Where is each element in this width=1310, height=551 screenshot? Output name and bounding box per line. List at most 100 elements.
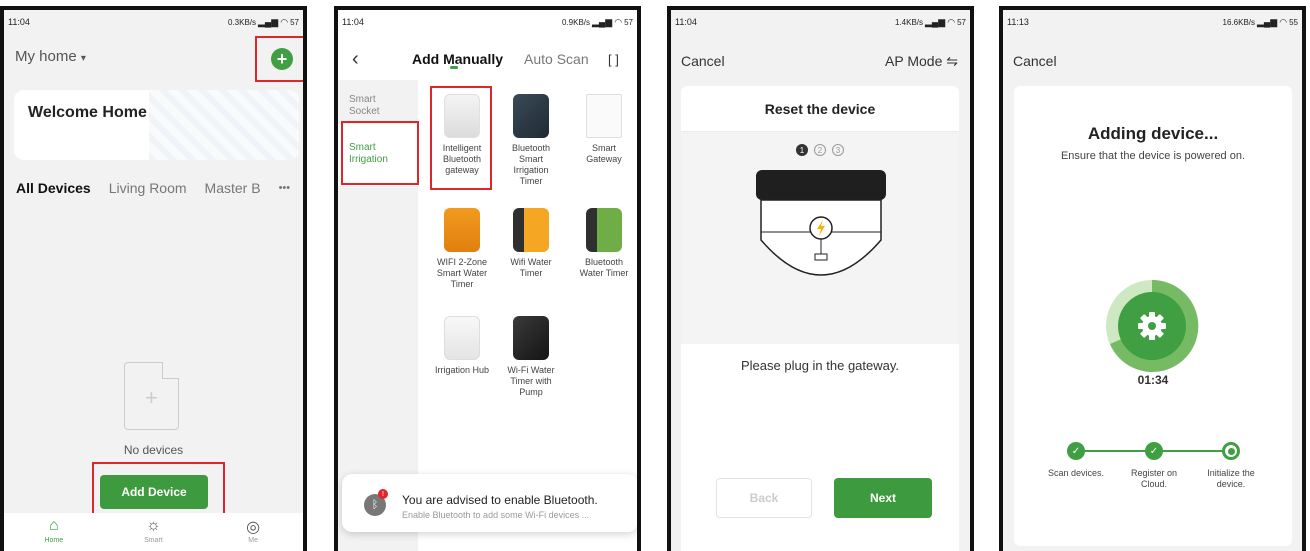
device-bluetooth-water-timer[interactable]: Bluetooth Water Timer xyxy=(574,208,634,279)
caret-down-icon: ▾ xyxy=(80,53,86,64)
highlight-box xyxy=(430,86,492,190)
room-tabs: All Devices Living Room Master B ••• xyxy=(16,180,290,196)
signal-icon: ▂▄▆ xyxy=(1257,16,1278,27)
battery-level: 57 xyxy=(624,17,633,27)
toast-subtitle: Enable Bluetooth to add some Wi-Fi devic… xyxy=(402,510,590,520)
instruction-text: Please plug in the gateway. xyxy=(740,358,900,373)
signal-icon: ▂▄▆ xyxy=(258,16,279,27)
battery-level: 55 xyxy=(1289,17,1298,27)
back-arrow-icon[interactable]: ‹ xyxy=(352,48,359,71)
cancel-button[interactable]: Cancel xyxy=(1013,53,1057,69)
back-button[interactable]: Back xyxy=(716,478,812,518)
empty-state-text: No devices xyxy=(123,443,184,457)
status-time: 11:04 xyxy=(675,17,697,27)
tab-all-devices[interactable]: All Devices xyxy=(16,180,91,196)
reset-card: Reset the device 1 2 3 Please plug in th… xyxy=(681,86,959,551)
wifi-icon: ◠ xyxy=(280,16,289,27)
step-register-done-icon: ✓ xyxy=(1145,442,1163,460)
device-bluetooth-smart-irrigation-timer[interactable]: Bluetooth Smart Irrigation Timer xyxy=(501,94,561,187)
empty-file-icon: + xyxy=(124,362,179,430)
phone-screen-home: 11:04 0.3KB/s ▂▄▆ ◠ 57 My home ▾ + Welco… xyxy=(0,6,307,551)
status-bar: 11:04 1.4KB/s ▂▄▆ ◠ 57 xyxy=(671,10,970,34)
active-tab-indicator xyxy=(450,66,458,69)
step-label-scan: Scan devices. xyxy=(1047,468,1105,478)
adding-subtitle: Ensure that the device is powered on. xyxy=(1060,150,1246,162)
tab-living-room[interactable]: Living Room xyxy=(109,180,187,196)
map-background xyxy=(149,90,299,160)
step-2: 2 xyxy=(814,144,826,156)
smart-gateway-image xyxy=(586,94,622,138)
tab-add-manually[interactable]: Add Manually xyxy=(412,51,503,67)
progress-ring xyxy=(1106,279,1199,372)
home-icon: ⌂ xyxy=(48,517,59,534)
phone-screen-add-device: 11:04 0.9KB/s ▂▄▆ ◠ 57 ‹ Add Manually Au… xyxy=(334,6,641,551)
welcome-title: Welcome Home xyxy=(28,104,147,121)
two-zone-timer-image xyxy=(444,208,480,252)
alert-badge: ! xyxy=(378,489,388,499)
signal-icon: ▂▄▆ xyxy=(925,16,946,27)
gear-icon xyxy=(1138,312,1166,340)
device-smart-gateway[interactable]: Smart Gateway xyxy=(574,94,634,165)
step-indicator: 1 2 3 xyxy=(681,144,959,156)
status-speed: 16.6KB/s xyxy=(1222,17,1255,27)
next-button[interactable]: Next xyxy=(834,478,932,518)
top-bar: ‹ Add Manually Auto Scan [ ] xyxy=(338,44,637,74)
status-speed: 0.9KB/s xyxy=(561,17,590,27)
sun-icon: ☼ xyxy=(146,517,161,534)
battery-level: 57 xyxy=(290,17,299,27)
wifi-icon: ◠ xyxy=(1279,16,1288,27)
step-1: 1 xyxy=(796,144,808,156)
qr-scan-icon[interactable]: [ ] xyxy=(608,52,619,67)
step-label-initialize: Initialize the device. xyxy=(1207,468,1255,489)
card-title: Reset the device xyxy=(681,86,959,132)
welcome-card: Welcome Home xyxy=(14,90,299,160)
status-time: 11:13 xyxy=(1007,17,1029,27)
bluetooth-timer-image xyxy=(586,208,622,252)
wifi-icon: ◠ xyxy=(614,16,623,27)
status-speed: 0.3KB/s xyxy=(227,17,256,27)
nav-smart[interactable]: ☼ Smart xyxy=(123,517,183,544)
home-selector[interactable]: My home ▾ xyxy=(15,48,86,65)
irrigation-hub-image xyxy=(444,316,480,360)
cancel-button[interactable]: Cancel xyxy=(681,53,725,69)
phone-screen-reset-device: 11:04 1.4KB/s ▂▄▆ ◠ 57 Cancel AP Mode ⇋ … xyxy=(667,6,974,551)
status-bar: 11:04 0.9KB/s ▂▄▆ ◠ 57 xyxy=(338,10,637,34)
valve-timer-image xyxy=(513,94,549,138)
bluetooth-suggestion-toast[interactable]: ᛒ ! You are advised to enable Bluetooth.… xyxy=(342,474,637,532)
status-time: 11:04 xyxy=(342,17,364,27)
bottom-navigation: ⌂ Home ☼ Smart ◎ Me xyxy=(4,513,303,551)
step-label-register: Register on Cloud. xyxy=(1130,468,1178,489)
highlight-box xyxy=(341,121,419,185)
device-wifi-2-zone-water-timer[interactable]: WIFI 2-Zone Smart Water Timer xyxy=(432,208,492,290)
tab-auto-scan[interactable]: Auto Scan xyxy=(524,51,589,67)
highlight-box xyxy=(92,462,225,520)
more-icon[interactable]: ••• xyxy=(279,182,291,194)
wifi-icon: ◠ xyxy=(947,16,956,27)
ap-mode-switch[interactable]: AP Mode ⇋ xyxy=(885,53,958,70)
pump-timer-image xyxy=(513,316,549,360)
illustration-area: 1 2 3 xyxy=(681,132,959,344)
step-initialize-current-icon xyxy=(1222,442,1240,460)
elapsed-timer: 01:34 xyxy=(1137,373,1169,387)
nav-me[interactable]: ◎ Me xyxy=(223,517,283,544)
wifi-timer-image xyxy=(513,208,549,252)
nav-home[interactable]: ⌂ Home xyxy=(24,517,84,544)
status-bar: 11:04 0.3KB/s ▂▄▆ ◠ 57 xyxy=(4,10,303,34)
device-irrigation-hub[interactable]: Irrigation Hub xyxy=(432,316,492,376)
highlight-box xyxy=(255,36,303,82)
signal-icon: ▂▄▆ xyxy=(592,16,613,27)
adding-title: Adding device... xyxy=(1087,124,1219,143)
device-wifi-water-timer-with-pump[interactable]: Wi-Fi Water Timer with Pump xyxy=(501,316,561,398)
status-bar: 11:13 16.6KB/s ▂▄▆ ◠ 55 xyxy=(1003,10,1302,34)
device-wifi-water-timer[interactable]: Wifi Water Timer xyxy=(501,208,561,279)
toast-title: You are advised to enable Bluetooth. xyxy=(402,493,598,507)
adding-card: Adding device... Ensure that the device … xyxy=(1014,86,1292,546)
profile-icon: ◎ xyxy=(246,519,261,536)
step-scan-done-icon: ✓ xyxy=(1067,442,1085,460)
tab-master-bedroom[interactable]: Master B xyxy=(205,180,261,196)
status-speed: 1.4KB/s xyxy=(894,17,923,27)
phone-screen-adding-device: 11:13 16.6KB/s ▂▄▆ ◠ 55 Cancel Adding de… xyxy=(999,6,1306,551)
step-3: 3 xyxy=(832,144,844,156)
category-smart-socket[interactable]: Smart Socket xyxy=(349,94,409,118)
status-time: 11:04 xyxy=(8,17,30,27)
